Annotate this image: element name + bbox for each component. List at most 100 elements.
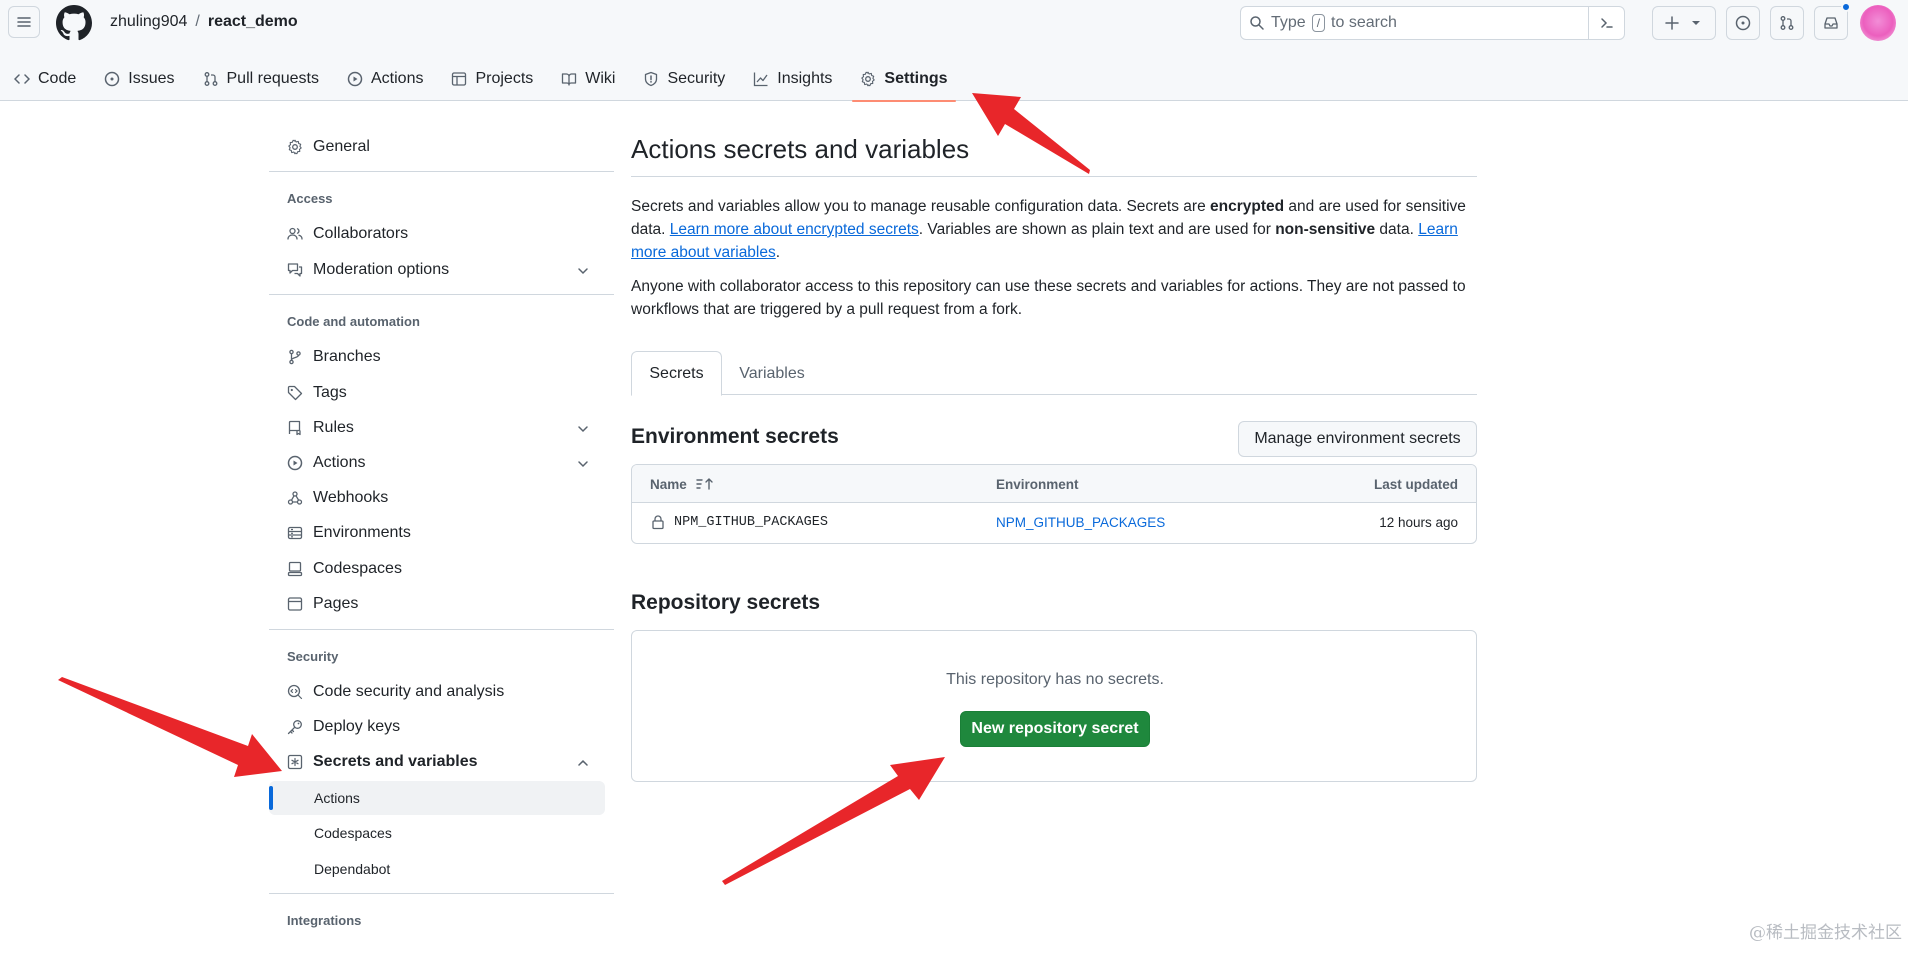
sidebar-item-actions[interactable]: Actions [269,447,605,479]
issue-icon [1735,15,1751,31]
tab-settings[interactable]: Settings [846,56,961,102]
sidebar-item-label: Pages [313,595,359,612]
tab-pull-requests[interactable]: Pull requests [189,56,334,101]
tab-actions[interactable]: Actions [333,56,437,101]
sidebar-item-secrets-variables[interactable]: Secrets and variables [269,746,605,778]
menu-button[interactable] [8,6,40,38]
avatar[interactable] [1860,5,1896,41]
create-new-button[interactable] [1652,6,1716,40]
sidebar-item-label: Collaborators [313,225,409,242]
manage-environment-secrets-button[interactable]: Manage environment secrets [1238,421,1477,457]
last-updated-value: 12 hours ago [1379,514,1458,530]
tab-wiki[interactable]: Wiki [547,56,629,101]
sidebar-item-environments[interactable]: Environments [269,517,605,549]
sidebar-divider [269,629,614,630]
repository-secrets-empty-state: This repository has no secrets. New repo… [631,630,1477,782]
tab-settings-label: Settings [884,69,948,87]
search-input[interactable]: Type / to search [1240,6,1625,40]
terminal-icon [1600,18,1613,28]
global-header: zhuling904 / react_demo Type / to search… [0,0,1908,102]
intro-paragraph: Secrets and variables allow you to manag… [631,195,1477,264]
repo-link[interactable]: react_demo [208,13,298,31]
graph-icon [754,72,768,86]
sidebar-item-deploy-keys[interactable]: Deploy keys [269,711,605,743]
sidebar-item-label: Actions [313,454,366,471]
owner-link[interactable]: zhuling904 [110,13,187,31]
search-icon [1250,16,1264,30]
annotation-arrow-secrets [58,677,282,777]
issues-button[interactable] [1726,6,1760,40]
codescan-icon [287,684,303,700]
sidebar-subitem-actions[interactable]: Actions [269,781,605,815]
search-prefix: Type [1271,14,1306,31]
sidebar-item-collaborators[interactable]: Collaborators [269,218,605,250]
webhook-icon [287,491,303,505]
sidebar-item-pages[interactable]: Pages [269,588,605,620]
column-header-name[interactable]: Name [650,465,715,503]
sidebar-divider [269,294,614,295]
table-icon [452,71,467,86]
gear-icon [288,139,302,155]
empty-state-text: This repository has no secrets. [946,671,1164,688]
intro-text: data. [1375,221,1419,238]
sidebar-heading-code-automation: Code and automation [287,314,420,329]
caret-down-icon [1692,21,1700,25]
tab-security[interactable]: Security [629,56,739,101]
search-shortcut-key: / [1311,14,1326,32]
tab-actions-label: Actions [371,69,424,87]
gear-icon [861,71,876,86]
asterisk-box-icon [287,754,303,770]
pull-request-icon [204,71,217,86]
new-repository-secret-button[interactable]: New repository secret [960,711,1150,747]
tab-variables[interactable]: Variables [722,351,822,396]
tag-icon [287,385,303,401]
sidebar-item-label: Tags [313,384,347,401]
intro-emphasis: non-sensitive [1275,221,1376,238]
book-icon [562,72,577,86]
page-title: Actions secrets and variables [631,134,970,164]
sidebar-item-label: Deploy keys [313,718,401,735]
code-icon [14,73,30,84]
environment-link[interactable]: NPM_GITHUB_PACKAGES [996,503,1165,541]
sidebar-item-moderation[interactable]: Moderation options [269,254,605,286]
lock-icon [652,515,664,530]
watermark: @稀土掘金技术社区 [1749,923,1902,943]
tab-insights-label: Insights [777,69,833,87]
tab-code[interactable]: Code [0,56,90,101]
tab-pull-requests-label: Pull requests [226,69,320,87]
sidebar-subitem-codespaces[interactable]: Codespaces [269,816,605,850]
sort-ascending-icon [696,478,713,490]
sidebar-item-tags[interactable]: Tags [269,377,605,409]
sidebar-item-rules[interactable]: Rules [269,412,605,444]
sidebar-item-branches[interactable]: Branches [269,341,605,373]
access-note-paragraph: Anyone with collaborator access to this … [631,278,1466,318]
play-icon [347,71,363,86]
breadcrumb-separator: / [195,13,200,30]
chevron-up-icon [578,759,588,766]
tab-issues[interactable]: Issues [90,56,188,101]
hamburger-icon [17,17,31,27]
sidebar-item-label: Code security and analysis [313,683,505,700]
pull-requests-button[interactable] [1770,6,1804,40]
table-row: NPM_GITHUB_PACKAGES NPM_GITHUB_PACKAGES … [632,503,1476,543]
tab-secrets[interactable]: Secrets [631,351,722,396]
chevron-down-icon [578,426,588,433]
sidebar-item-webhooks[interactable]: Webhooks [269,482,605,514]
tab-projects[interactable]: Projects [437,56,547,101]
sidebar-item-codespaces[interactable]: Codespaces [269,553,605,585]
notification-indicator [1841,2,1851,12]
search-suffix: to search [1331,14,1397,31]
sidebar-item-label: Codespaces [313,560,402,577]
sidebar-item-general[interactable]: General [269,131,605,163]
inbox-icon [1824,17,1838,29]
intro-emphasis: encrypted [1210,198,1285,215]
key-icon [287,720,302,735]
comment-discussion-icon [287,263,303,277]
tab-insights[interactable]: Insights [739,56,846,101]
command-palette-button[interactable] [1588,7,1624,39]
learn-more-secrets-link[interactable]: Learn more about encrypted secrets [670,221,919,238]
github-logo-icon[interactable] [56,5,92,41]
environment-secrets-title: Environment secrets [631,425,839,448]
sidebar-item-code-security[interactable]: Code security and analysis [269,676,605,708]
sidebar-subitem-dependabot[interactable]: Dependabot [269,852,605,886]
